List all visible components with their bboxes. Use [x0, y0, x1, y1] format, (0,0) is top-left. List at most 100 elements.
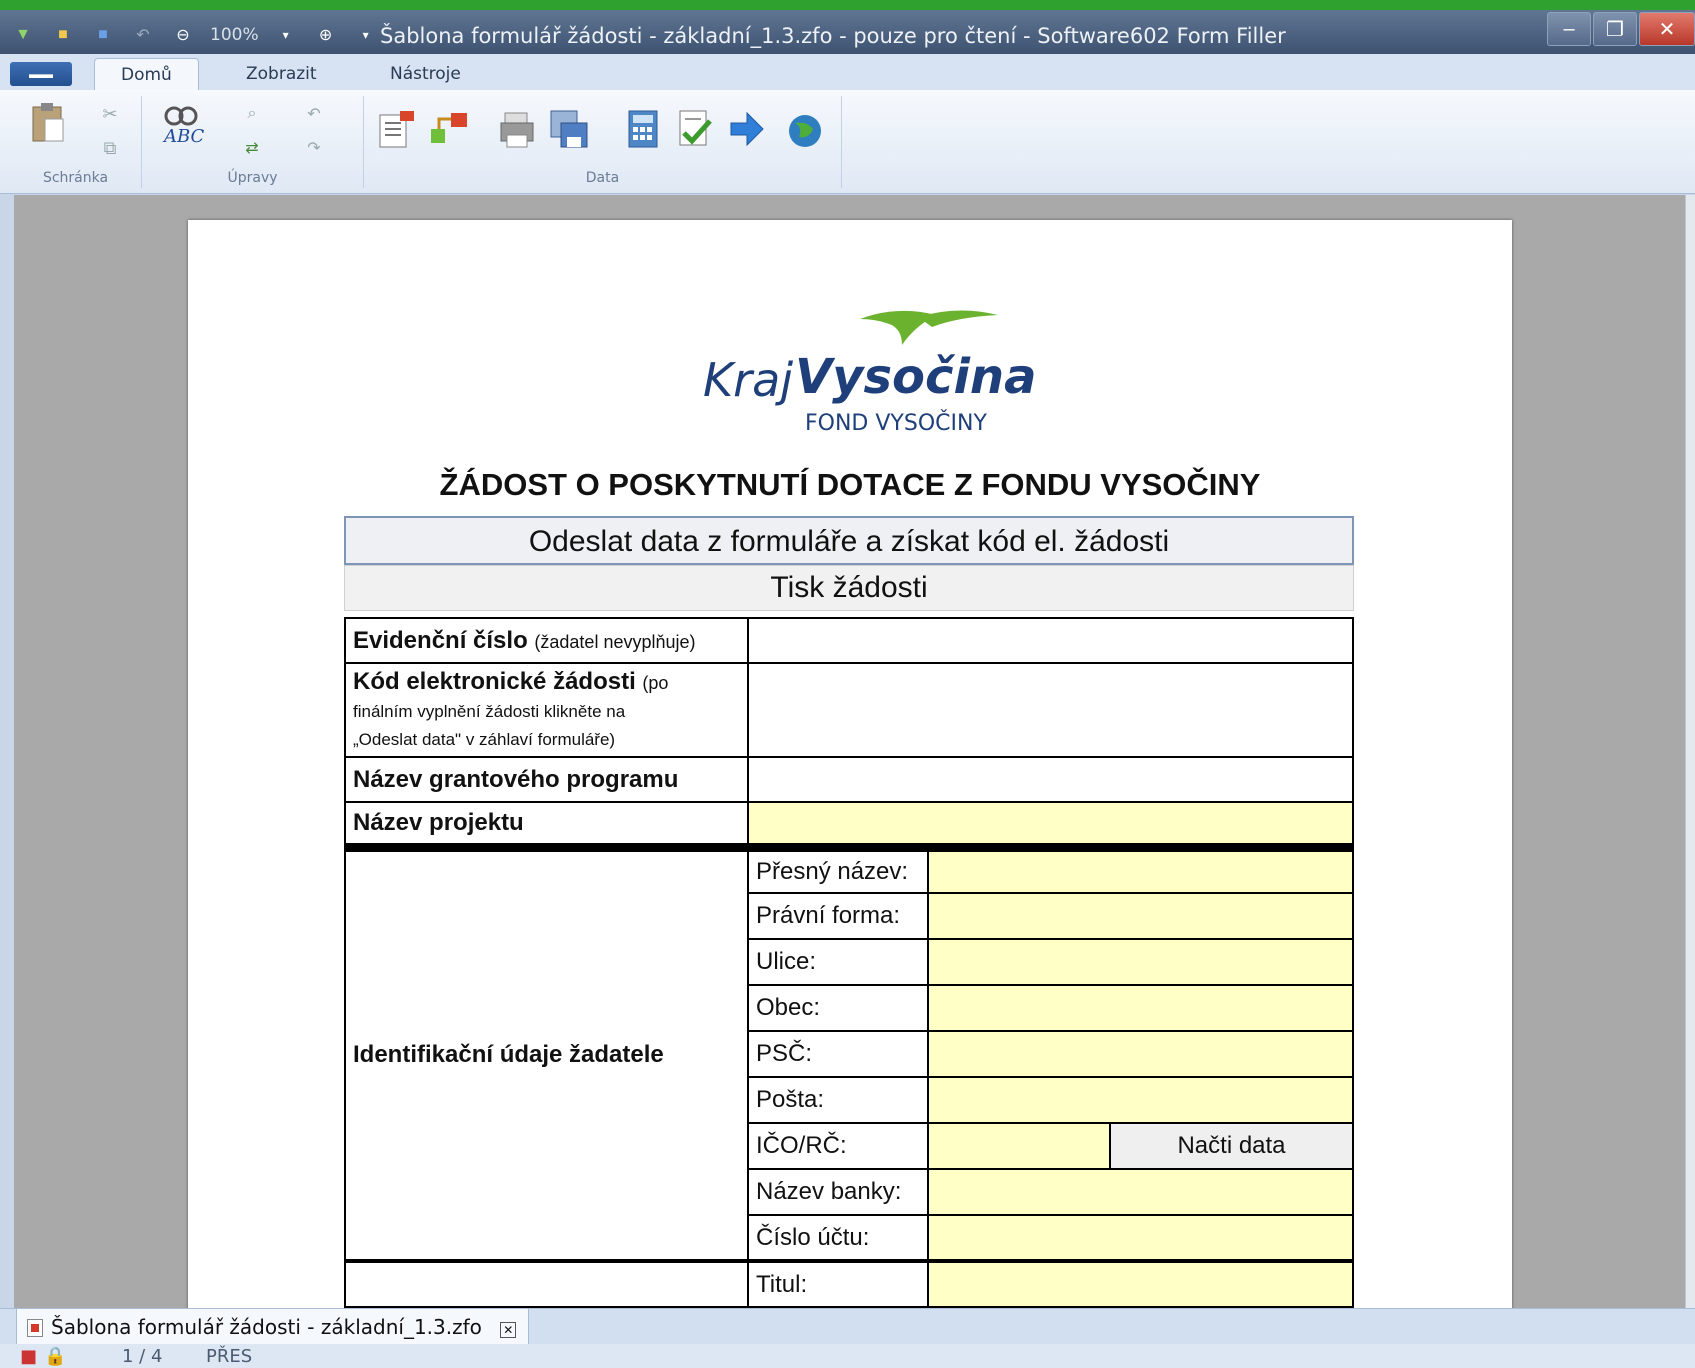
zoom-in-icon[interactable]: ⊕: [313, 22, 339, 48]
psc-label: PSČ:: [747, 1030, 929, 1078]
grant-program-field[interactable]: [747, 756, 1354, 803]
document-tab-strip: Šablona formulář žádosti - základní_1.3.…: [0, 1308, 1695, 1345]
validate-icon[interactable]: [674, 108, 716, 150]
tab-domu[interactable]: Domů: [94, 58, 199, 90]
redo-ribbon-icon[interactable]: ↷: [302, 136, 326, 160]
logo-kraj-text: Kraj: [703, 353, 794, 407]
ribbon-tab-bar: ▬▬ Domů Zobrazit Nástroje: [0, 54, 1695, 90]
status-bar: ■ 🔒 1 / 4 PŘES: [0, 1344, 1695, 1368]
window-title: Šablona formulář žádosti - základní_1.3.…: [380, 24, 1286, 48]
project-name-label: Název projektu: [344, 801, 749, 848]
ico-input[interactable]: [927, 1122, 1111, 1170]
find-icon[interactable]: ⌕: [240, 102, 264, 126]
cislo-uctu-input[interactable]: [927, 1214, 1354, 1262]
print-request-button[interactable]: Tisk žádosti: [344, 565, 1354, 611]
kod-zadosti-note-1: (po: [642, 673, 669, 693]
swoosh-logo-icon: [860, 310, 998, 345]
open-folder-icon[interactable]: ■: [50, 22, 76, 48]
group-data: Data: [364, 96, 842, 188]
svg-text:ABC: ABC: [162, 126, 205, 146]
load-data-button[interactable]: Načti data: [1109, 1122, 1354, 1170]
group-label-data: Data: [585, 170, 620, 186]
application-button[interactable]: ▬▬: [10, 62, 72, 86]
kod-zadosti-field: [747, 662, 1354, 758]
customize-toolbar-icon[interactable]: ▾: [353, 22, 379, 48]
spellcheck-icon[interactable]: ABC: [158, 104, 214, 146]
document-tab[interactable]: Šablona formulář žádosti - základní_1.3.…: [16, 1309, 530, 1345]
save-data-icon[interactable]: [548, 108, 590, 150]
import-data-icon[interactable]: [428, 108, 470, 150]
applicant-identification-label: Identifikační údaje žadatele: [344, 842, 749, 1262]
kod-zadosti-label: Kód elektronické žádosti (po finálním vy…: [344, 662, 749, 758]
vertical-scrollbar[interactable]: [1685, 195, 1695, 1308]
globe-icon[interactable]: [784, 108, 826, 150]
zoom-out-icon[interactable]: ⊖: [170, 22, 196, 48]
page-indicator: 1 / 4: [122, 1346, 163, 1367]
statutory-section-label: [344, 1259, 749, 1308]
group-label-upravy: Úpravy: [227, 170, 278, 186]
title-bar: ▼ ■ ■ ↶ ⊖ 100% ▾ ⊕ ▾ Šablona formulář žá…: [0, 0, 1695, 54]
grant-program-label: Název grantového programu: [344, 756, 749, 803]
obec-input[interactable]: [927, 984, 1354, 1032]
nazev-banky-label: Název banky:: [747, 1168, 929, 1216]
undo-icon[interactable]: ↶: [130, 22, 156, 48]
ico-label: IČO/RČ:: [747, 1122, 929, 1170]
logo-kraj-vysocina: Kraj Vysočina FOND VYSOČINY: [703, 305, 1036, 436]
lock-icon: 🔒: [44, 1346, 67, 1367]
zoom-level[interactable]: 100%: [210, 25, 259, 45]
evidencni-cislo-field: [747, 617, 1354, 664]
quick-access-toolbar: ▼ ■ ■ ↶ ⊖ 100% ▾ ⊕ ▾: [10, 18, 379, 52]
send-arrow-icon[interactable]: [726, 108, 768, 150]
tab-nastroje[interactable]: Nástroje: [364, 58, 487, 90]
form-page: Kraj Vysočina FOND VYSOČINY ŽÁDOST O POS…: [188, 220, 1512, 1320]
export-data-icon[interactable]: [376, 108, 418, 150]
pravni-forma-label: Právní forma:: [747, 892, 929, 940]
save-icon[interactable]: ■: [90, 22, 116, 48]
close-tab-icon[interactable]: ✕: [500, 1322, 517, 1338]
posta-label: Pošta:: [747, 1076, 929, 1124]
maximize-icon[interactable]: ❐: [1593, 12, 1637, 46]
kod-zadosti-text: Kód elektronické žádosti: [353, 668, 636, 695]
app-menu-icon[interactable]: ▼: [10, 22, 36, 48]
ulice-label: Ulice:: [747, 938, 929, 986]
zoom-dropdown-icon[interactable]: ▾: [273, 22, 299, 48]
evidencni-cislo-text: Evidenční číslo: [353, 626, 528, 654]
kod-zadosti-note-2: finálním vyplnění žádosti klikněte na: [353, 702, 626, 721]
tab-zobrazit[interactable]: Zobrazit: [220, 58, 343, 90]
group-label-schranka: Schránka: [42, 170, 109, 186]
form-title: ŽÁDOST O POSKYTNUTÍ DOTACE Z FONDU VYSOČ…: [439, 467, 1261, 502]
cut-icon[interactable]: ✂: [98, 102, 122, 126]
calculator-icon[interactable]: [622, 108, 664, 150]
logo-vysocina-text: Vysočina: [795, 349, 1037, 405]
titul-label: Titul:: [747, 1259, 929, 1308]
group-upravy: ABC ⌕ ⇄ ↶ ↷ Úpravy: [142, 96, 364, 188]
psc-input[interactable]: [927, 1030, 1354, 1078]
application-form-table: Evidenční číslo (žadatel nevyplňuje) Kód…: [344, 617, 1354, 1308]
group-schranka: ✂ ⧉ Schránka: [10, 96, 142, 188]
pravni-forma-input[interactable]: [927, 892, 1354, 940]
presny-nazev-input[interactable]: [927, 842, 1354, 894]
presny-nazev-label: Přesný název:: [747, 842, 929, 894]
titul-input[interactable]: [927, 1259, 1354, 1308]
logo-fond-text: FOND VYSOČINY: [805, 411, 987, 436]
close-icon[interactable]: ✕: [1639, 12, 1695, 46]
ulice-input[interactable]: [927, 938, 1354, 986]
document-file-icon: [27, 1319, 43, 1337]
obec-label: Obec:: [747, 984, 929, 1032]
document-tab-label: Šablona formulář žádosti - základní_1.3.…: [51, 1315, 482, 1339]
undo-ribbon-icon[interactable]: ↶: [302, 102, 326, 126]
paste-icon[interactable]: [28, 102, 70, 144]
minimize-icon[interactable]: –: [1547, 12, 1591, 46]
evidencni-cislo-note: (žadatel nevyplňuje): [534, 631, 696, 652]
posta-input[interactable]: [927, 1076, 1354, 1124]
copy-icon[interactable]: ⧉: [98, 136, 122, 160]
evidencni-cislo-label: Evidenční číslo (žadatel nevyplňuje): [344, 617, 749, 664]
project-name-input[interactable]: [747, 801, 1354, 848]
nazev-banky-input[interactable]: [927, 1168, 1354, 1216]
replace-icon[interactable]: ⇄: [240, 136, 264, 160]
cislo-uctu-label: Číslo účtu:: [747, 1214, 929, 1262]
send-data-button[interactable]: Odeslat data z formuláře a získat kód el…: [344, 516, 1354, 565]
pdf-status-icon: ■: [20, 1346, 38, 1367]
print-icon[interactable]: [498, 108, 540, 150]
kod-zadosti-note-3: „Odeslat data" v záhlaví formuláře): [353, 730, 616, 749]
